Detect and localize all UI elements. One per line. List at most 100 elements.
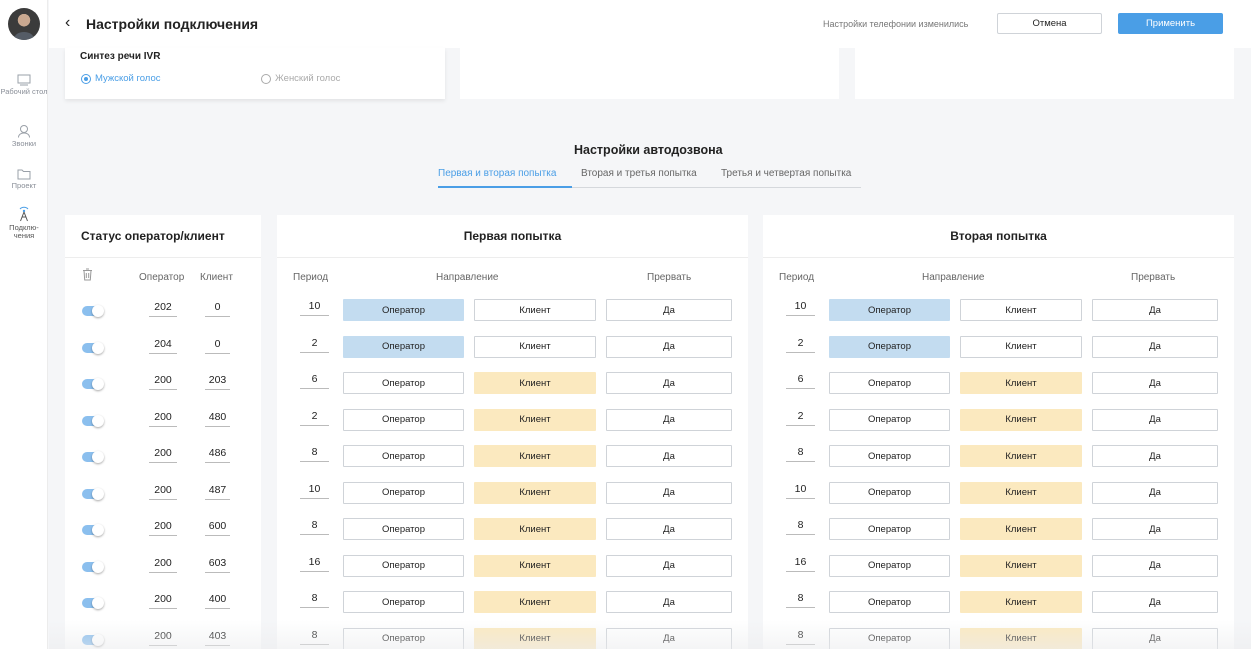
interrupt-button[interactable]: Да <box>606 372 732 394</box>
direction-operator-button[interactable]: Оператор <box>829 554 950 577</box>
interrupt-button[interactable]: Да <box>606 335 732 358</box>
direction-client-button[interactable]: Клиент <box>474 518 596 540</box>
status-toggle[interactable] <box>82 414 104 427</box>
client-code[interactable]: 603 <box>205 556 230 573</box>
client-code[interactable]: 487 <box>205 483 230 500</box>
avatar[interactable] <box>8 8 40 40</box>
nav-item-calls[interactable]: Звонки <box>0 124 48 148</box>
direction-operator-button[interactable]: Оператор <box>343 554 464 577</box>
direction-client-button[interactable]: Клиент <box>960 445 1082 467</box>
interrupt-button[interactable]: Да <box>1092 518 1218 540</box>
client-code[interactable]: 400 <box>205 592 230 609</box>
direction-operator-button[interactable]: Оператор <box>343 372 464 394</box>
status-toggle[interactable] <box>82 633 104 646</box>
tab-first-second[interactable]: Первая и вторая попытка <box>438 168 556 179</box>
interrupt-button[interactable]: Да <box>1092 408 1218 431</box>
trash-icon[interactable] <box>82 268 93 284</box>
interrupt-button[interactable]: Да <box>606 299 732 321</box>
period-input[interactable]: 6 <box>786 372 815 389</box>
operator-code[interactable]: 200 <box>149 629 177 646</box>
period-input[interactable]: 16 <box>300 555 329 572</box>
radio-female-voice[interactable]: Женский голос <box>261 73 340 84</box>
period-input[interactable]: 8 <box>786 628 815 645</box>
status-toggle[interactable] <box>82 305 104 317</box>
client-code[interactable]: 600 <box>205 519 230 536</box>
operator-code[interactable]: 200 <box>149 592 177 609</box>
period-input[interactable]: 16 <box>786 555 815 572</box>
nav-item-connections[interactable]: Подклю-чения <box>0 206 48 240</box>
radio-male-voice[interactable]: Мужской голос <box>81 73 161 84</box>
operator-code[interactable]: 202 <box>149 300 177 317</box>
period-input[interactable]: 10 <box>300 299 329 316</box>
operator-code[interactable]: 200 <box>149 556 177 573</box>
direction-client-button[interactable]: Клиент <box>474 335 596 358</box>
direction-client-button[interactable]: Клиент <box>960 299 1082 321</box>
client-code[interactable]: 480 <box>205 410 230 427</box>
interrupt-button[interactable]: Да <box>1092 591 1218 613</box>
status-toggle[interactable] <box>82 597 104 609</box>
direction-operator-button[interactable]: Оператор <box>829 335 950 358</box>
direction-client-button[interactable]: Клиент <box>474 591 596 613</box>
status-toggle[interactable] <box>82 524 104 536</box>
cancel-button[interactable]: Отмена <box>997 13 1102 34</box>
direction-client-button[interactable]: Клиент <box>474 445 596 467</box>
operator-code[interactable]: 200 <box>149 483 177 500</box>
direction-operator-button[interactable]: Оператор <box>829 481 950 504</box>
period-input[interactable]: 8 <box>300 445 329 462</box>
interrupt-button[interactable]: Да <box>606 554 732 577</box>
direction-client-button[interactable]: Клиент <box>960 627 1082 649</box>
direction-operator-button[interactable]: Оператор <box>343 299 464 321</box>
interrupt-button[interactable]: Да <box>1092 554 1218 577</box>
interrupt-button[interactable]: Да <box>606 518 732 540</box>
client-code[interactable]: 403 <box>205 629 230 646</box>
client-code[interactable]: 0 <box>205 337 230 354</box>
interrupt-button[interactable]: Да <box>606 627 732 649</box>
client-code[interactable]: 203 <box>205 373 230 390</box>
direction-operator-button[interactable]: Оператор <box>343 481 464 504</box>
direction-operator-button[interactable]: Оператор <box>343 445 464 467</box>
period-input[interactable]: 8 <box>300 628 329 645</box>
period-input[interactable]: 8 <box>786 445 815 462</box>
operator-code[interactable]: 200 <box>149 446 177 463</box>
direction-client-button[interactable]: Клиент <box>960 554 1082 577</box>
chevron-left-icon[interactable]: ‹ <box>65 14 70 32</box>
interrupt-button[interactable]: Да <box>606 481 732 504</box>
direction-client-button[interactable]: Клиент <box>474 481 596 504</box>
period-input[interactable]: 8 <box>300 591 329 608</box>
direction-operator-button[interactable]: Оператор <box>829 372 950 394</box>
interrupt-button[interactable]: Да <box>1092 299 1218 321</box>
direction-operator-button[interactable]: Оператор <box>343 408 464 431</box>
direction-operator-button[interactable]: Оператор <box>343 627 464 649</box>
status-toggle[interactable] <box>82 378 104 390</box>
interrupt-button[interactable]: Да <box>1092 335 1218 358</box>
period-input[interactable]: 8 <box>786 518 815 535</box>
interrupt-button[interactable]: Да <box>1092 372 1218 394</box>
direction-client-button[interactable]: Клиент <box>960 372 1082 394</box>
direction-client-button[interactable]: Клиент <box>474 554 596 577</box>
period-input[interactable]: 8 <box>786 591 815 608</box>
direction-operator-button[interactable]: Оператор <box>343 518 464 540</box>
status-toggle[interactable] <box>82 487 104 500</box>
interrupt-button[interactable]: Да <box>1092 445 1218 467</box>
period-input[interactable]: 2 <box>786 409 815 426</box>
direction-operator-button[interactable]: Оператор <box>829 299 950 321</box>
status-toggle[interactable] <box>82 560 104 573</box>
operator-code[interactable]: 204 <box>149 337 177 354</box>
direction-operator-button[interactable]: Оператор <box>829 591 950 613</box>
period-input[interactable]: 8 <box>300 518 329 535</box>
direction-operator-button[interactable]: Оператор <box>829 627 950 649</box>
period-input[interactable]: 10 <box>786 299 815 316</box>
period-input[interactable]: 2 <box>300 336 329 353</box>
status-toggle[interactable] <box>82 451 104 463</box>
interrupt-button[interactable]: Да <box>606 408 732 431</box>
client-code[interactable]: 486 <box>205 446 230 463</box>
nav-item-project[interactable]: Проект <box>0 168 48 190</box>
interrupt-button[interactable]: Да <box>1092 481 1218 504</box>
direction-operator-button[interactable]: Оператор <box>829 445 950 467</box>
direction-operator-button[interactable]: Оператор <box>343 591 464 613</box>
period-input[interactable]: 10 <box>300 482 329 499</box>
direction-client-button[interactable]: Клиент <box>960 481 1082 504</box>
direction-operator-button[interactable]: Оператор <box>343 335 464 358</box>
direction-client-button[interactable]: Клиент <box>960 518 1082 540</box>
interrupt-button[interactable]: Да <box>1092 627 1218 649</box>
